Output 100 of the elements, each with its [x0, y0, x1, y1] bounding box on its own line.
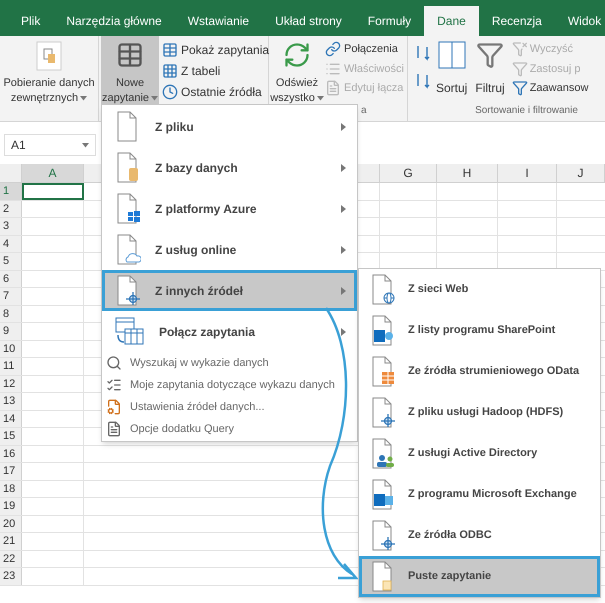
- row-header[interactable]: 20: [0, 516, 22, 532]
- submenu-arrow-icon: [341, 204, 346, 212]
- group-label: a: [361, 104, 367, 118]
- row-header[interactable]: 17: [0, 463, 22, 480]
- row-header[interactable]: 14: [0, 410, 22, 427]
- ribbon-small-button[interactable]: Z tabeli: [162, 62, 268, 80]
- row-header[interactable]: 19: [0, 498, 22, 514]
- menu-item[interactable]: Opcje dodatku Query: [102, 418, 357, 440]
- row-header[interactable]: 21: [0, 533, 22, 550]
- ribbon-small-button[interactable]: Ostatnie źródła: [162, 83, 268, 101]
- row-header[interactable]: 3: [0, 218, 22, 234]
- row-header[interactable]: 2: [0, 200, 22, 217]
- column-header[interactable]: H: [437, 164, 498, 182]
- link-icon: [325, 41, 341, 58]
- column-header[interactable]: A: [22, 164, 84, 182]
- document-network-icon: [370, 520, 396, 551]
- submenu-arrow-icon: [341, 246, 346, 254]
- active-cell[interactable]: [22, 183, 84, 200]
- row-header[interactable]: 11: [0, 358, 22, 374]
- submenu-arrow-icon: [341, 328, 346, 336]
- refresh-icon: [283, 41, 311, 69]
- menu-item[interactable]: Z platformy Azure: [102, 188, 357, 229]
- table-icon: [162, 42, 178, 58]
- row-header[interactable]: 8: [0, 306, 22, 322]
- menu-item[interactable]: Ustawienia źródeł danych...: [102, 396, 357, 418]
- row-header[interactable]: 15: [0, 428, 22, 444]
- ribbon-tab[interactable]: Widok: [554, 6, 605, 36]
- menu-item[interactable]: Wyszukaj w wykazie danych: [102, 352, 357, 374]
- submenu-arrow-icon: [341, 164, 346, 172]
- row-header[interactable]: 23: [0, 568, 22, 584]
- row-header[interactable]: 13: [0, 393, 22, 410]
- row-header[interactable]: 1: [0, 183, 22, 200]
- document-database-icon: [115, 152, 141, 183]
- row-header[interactable]: 7: [0, 288, 22, 304]
- search-icon: [106, 355, 122, 371]
- row-header[interactable]: 22: [0, 550, 22, 567]
- menu-item[interactable]: Połącz zapytania: [102, 311, 357, 352]
- clock-icon: [162, 84, 178, 100]
- menu-item[interactable]: Z pliku usługi Hadoop (HDFS): [359, 392, 600, 433]
- caret-icon: [82, 142, 89, 148]
- row-header[interactable]: 9: [0, 323, 22, 340]
- settings-icon: [106, 399, 122, 415]
- menu-item[interactable]: Ze źródła ODBC: [359, 515, 600, 556]
- document-tile-icon: [370, 479, 396, 510]
- filter-icon: [476, 41, 504, 69]
- document-icon: [106, 421, 122, 437]
- row-header[interactable]: 16: [0, 446, 22, 462]
- ribbon-small-button[interactable]: Połączenia: [325, 41, 407, 58]
- document-globe-icon: [370, 274, 396, 305]
- document-network-icon: [115, 275, 141, 306]
- filter-clear-icon: [512, 41, 528, 58]
- menu-item[interactable]: Z usługi Active Directory: [359, 433, 600, 474]
- ribbon-tab[interactable]: Recenzja: [478, 6, 555, 36]
- document-icon: [36, 41, 62, 71]
- ribbon-tab[interactable]: Formuły: [354, 6, 424, 36]
- menu-item[interactable]: Z programu Microsoft Exchange: [359, 474, 600, 515]
- row-header[interactable]: 4: [0, 236, 22, 252]
- name-box[interactable]: A1: [4, 134, 96, 156]
- ribbon-tab[interactable]: Układ strony: [262, 6, 355, 36]
- menu-item[interactable]: Puste zapytanie: [359, 556, 600, 597]
- document-people-icon: [370, 438, 396, 469]
- ribbon-tab[interactable]: Plik: [8, 6, 54, 36]
- menu-item[interactable]: Z usług online: [102, 229, 357, 270]
- ribbon-tab[interactable]: Wstawianie: [174, 6, 262, 36]
- grid-icon: [162, 63, 178, 79]
- ribbon-small-button[interactable]: Pokaż zapytania: [162, 41, 268, 59]
- filter-icon: [512, 60, 528, 77]
- menu-item[interactable]: Z innych źródeł: [102, 270, 357, 311]
- row-header[interactable]: 12: [0, 376, 22, 392]
- list-icon: [106, 377, 122, 393]
- sort-button[interactable]: Sortuj: [432, 36, 472, 103]
- menu-item[interactable]: Moje zapytania dotyczące wykazu danych: [102, 374, 357, 396]
- column-header[interactable]: J: [557, 164, 605, 182]
- caret-icon: [151, 96, 158, 101]
- document-cloud-icon: [115, 234, 141, 265]
- caret-icon: [316, 96, 324, 101]
- row-header[interactable]: 10: [0, 340, 22, 357]
- caret-icon: [80, 96, 88, 101]
- submenu-arrow-icon: [341, 122, 346, 130]
- column-header[interactable]: I: [498, 164, 557, 182]
- ribbon-tab[interactable]: Narzędzia główne: [53, 6, 175, 36]
- ribbon-small-button[interactable]: Zaawansow: [512, 80, 588, 96]
- document-icon: [325, 80, 341, 96]
- column-header[interactable]: G: [380, 164, 437, 182]
- import-data-button[interactable]: Pobieranie danych zewnętrznych: [3, 41, 95, 106]
- group-label: Sortowanie i filtrowanie: [474, 104, 578, 118]
- row-header[interactable]: 18: [0, 480, 22, 497]
- tables-icon: [115, 316, 145, 346]
- filter-button[interactable]: Filtruj: [471, 36, 509, 103]
- document-network-icon: [370, 397, 396, 428]
- menu-item[interactable]: Z bazy danych: [102, 147, 357, 188]
- document-windows-icon: [115, 193, 141, 224]
- ribbon-tab[interactable]: Dane: [424, 6, 479, 36]
- menu-item[interactable]: Ze źródła strumieniowego OData: [359, 351, 600, 392]
- submenu-arrow-icon: [341, 286, 346, 294]
- row-header[interactable]: 6: [0, 270, 22, 287]
- row-header[interactable]: 5: [0, 253, 22, 270]
- filter-icon: [512, 80, 528, 96]
- menu-item[interactable]: Z sieci Web: [359, 269, 600, 310]
- menu-item[interactable]: Z listy programu SharePoint: [359, 310, 600, 351]
